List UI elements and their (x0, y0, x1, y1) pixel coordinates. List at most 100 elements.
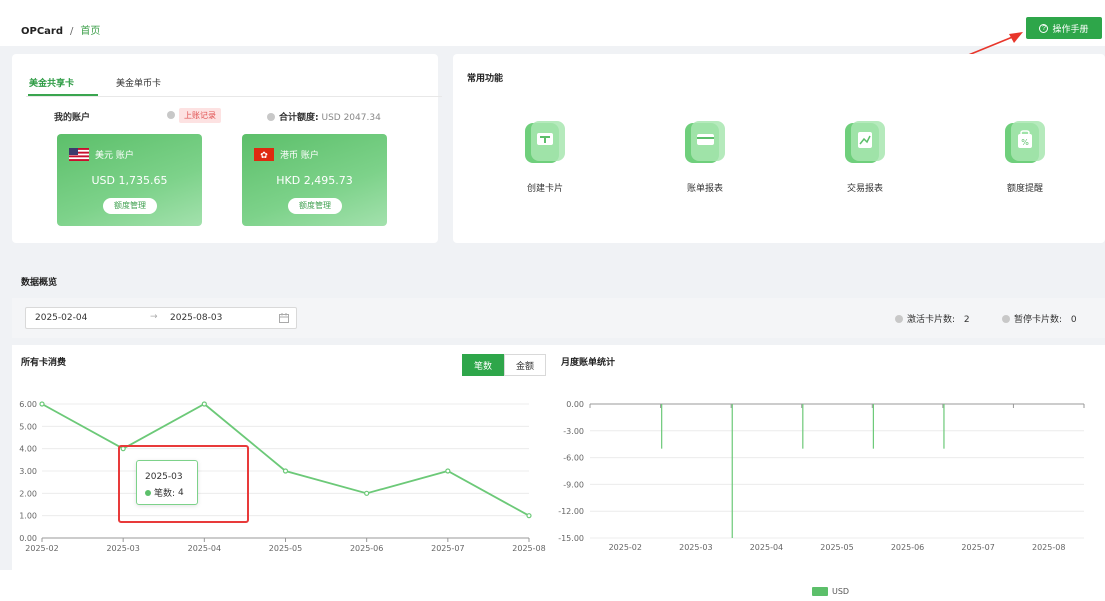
manual-button[interactable]: ? 操作手册 (1026, 17, 1102, 39)
quota-alert-icon: % (1003, 119, 1047, 167)
hkd-account-name: 港币 账户 (280, 151, 319, 161)
bill-report-icon (683, 119, 727, 167)
legend-usd[interactable]: USD (812, 587, 849, 596)
common-functions-panel: 常用功能 创建卡片 账单报表 交易报表 % 额度提醒 (453, 54, 1105, 243)
data-point (445, 468, 451, 474)
paused-cards-value: 0 (1070, 315, 1077, 325)
breadcrumb-root[interactable]: OPCard (21, 26, 63, 37)
usd-quota-button[interactable]: 额度管理 (103, 198, 157, 214)
functions-title: 常用功能 (467, 74, 504, 84)
date-arrow-icon: → (150, 312, 158, 322)
series-line (41, 402, 530, 517)
y-tick-label: 5.00 (19, 422, 37, 431)
x-tick-label: 2025-04 (750, 543, 783, 552)
y-tick-label: -9.00 (563, 480, 584, 489)
breadcrumb-current: 首页 (80, 26, 101, 37)
account-tabs: 美金共享卡 美金单币卡 (26, 70, 442, 97)
tooltip-title: 2025-03 (145, 472, 183, 482)
hkd-account-card: ✿ 港币 账户 HKD 2,495.73 额度管理 (242, 134, 387, 226)
x-tick-label: 2025-04 (188, 544, 221, 553)
active-cards-value: 2 (963, 315, 970, 325)
data-point (526, 513, 532, 519)
date-end[interactable]: 2025-08-03 (170, 313, 222, 323)
usd-account-name: 美元 账户 (95, 151, 134, 161)
y-tick-label: 0.00 (19, 534, 37, 543)
bar (802, 404, 804, 449)
y-tick-label: -15.00 (558, 534, 584, 543)
x-tick-label: 2025-07 (961, 543, 994, 552)
us-flag-icon (69, 148, 89, 161)
tooltip-label: 笔数: (154, 489, 176, 499)
info-icon (267, 113, 275, 121)
func-transaction-report[interactable]: 交易报表 (820, 119, 910, 194)
tab-active-indicator (28, 94, 98, 96)
filter-bar: 2025-02-04 → 2025-08-03 激活卡片数: 2 暂停卡片数: … (12, 298, 1105, 338)
func-create-card-label: 创建卡片 (526, 184, 563, 194)
svg-text:%: % (1021, 138, 1029, 147)
x-tick-label: 2025-05 (269, 544, 302, 553)
x-tick-label: 2025-06 (350, 544, 383, 553)
breadcrumb: OPCard / 首页 (21, 22, 100, 37)
y-tick-label: 3.00 (19, 467, 37, 476)
usd-account-card: 美元 账户 USD 1,735.65 额度管理 (57, 134, 202, 226)
y-tick-label: 1.00 (19, 512, 37, 521)
func-quota-alert-label: 额度提醒 (1006, 184, 1043, 194)
func-bill-report[interactable]: 账单报表 (660, 119, 750, 194)
y-tick-label: 4.00 (19, 445, 37, 454)
x-tick-label: 2025-08 (512, 544, 545, 553)
bar (731, 404, 733, 538)
legend-swatch (812, 587, 828, 596)
top-bar: OPCard / 首页 ? 操作手册 (0, 0, 1105, 77)
y-tick-label: 6.00 (19, 400, 37, 409)
paused-cards-label: 暂停卡片数: (1014, 315, 1063, 325)
hkd-quota-button[interactable]: 额度管理 (288, 198, 342, 214)
record-link[interactable]: 上账记录 (167, 108, 221, 123)
x-tick-label: 2025-03 (106, 544, 139, 553)
hk-flag-icon: ✿ (254, 148, 274, 161)
hkd-amount: HKD 2,495.73 (276, 174, 353, 187)
paused-cards-stat: 暂停卡片数: 0 (1002, 312, 1077, 325)
breadcrumb-separator: / (70, 26, 74, 37)
active-cards-stat: 激活卡片数: 2 (895, 312, 970, 325)
tab-shared-card[interactable]: 美金共享卡 (29, 76, 74, 89)
bar (661, 404, 663, 449)
consumption-line-chart: 0.00 1.00 2.00 3.00 4.00 5.00 6.00 2025-02 2025-… (19, 400, 546, 553)
x-tick-label: 2025-05 (820, 543, 853, 552)
active-cards-label: 激活卡片数: (907, 315, 956, 325)
svg-text:✿: ✿ (260, 151, 268, 161)
y-tick-label: 0.00 (566, 400, 584, 409)
data-point (364, 490, 370, 496)
tab-single-card[interactable]: 美金单币卡 (116, 76, 161, 89)
func-create-card[interactable]: 创建卡片 (500, 119, 590, 194)
date-start[interactable]: 2025-02-04 (35, 313, 87, 323)
total-value: USD 2047.34 (321, 113, 381, 123)
calendar-icon[interactable] (279, 313, 289, 323)
y-tick-label: 2.00 (19, 489, 37, 498)
record-tag[interactable]: 上账记录 (179, 108, 221, 123)
func-quota-alert[interactable]: % 额度提醒 (980, 119, 1070, 194)
data-point (39, 401, 45, 407)
x-tick-label: 2025-02 (609, 543, 642, 552)
bar (872, 404, 874, 449)
y-tick-label: -12.00 (558, 507, 584, 516)
data-point (282, 468, 289, 474)
monthly-bill-chart: 0.00 -3.00 -6.00 -9.00 -12.00 -15.00 2025-02 20… (558, 400, 1085, 552)
usd-amount: USD 1,735.65 (91, 174, 168, 187)
total-quota: 合计额度: USD 2047.34 (267, 110, 381, 123)
legend-label: USD (832, 587, 850, 596)
transaction-report-icon (843, 119, 887, 167)
data-point (201, 401, 207, 407)
question-circle-icon: ? (1039, 23, 1049, 33)
x-tick-label: 2025-03 (679, 543, 712, 552)
x-tick-label: 2025-08 (1032, 543, 1065, 552)
func-bill-report-label: 账单报表 (686, 184, 723, 194)
overview-title: 数据概览 (21, 278, 58, 288)
total-label: 合计额度: (279, 113, 319, 123)
monthly-bill-panel: 月度账单统计 0.00 -3.00 -6.00 -9.00 -12.00 -15.00 20… (552, 345, 1105, 570)
manual-label: 操作手册 (1052, 23, 1089, 34)
accounts-panel: 美金共享卡 美金单币卡 我的账户 上账记录 合计额度: USD 2047.34 … (12, 54, 442, 243)
consumption-chart-panel: 所有卡消费 笔数 金额 0.00 1.00 2.00 3.00 4.00 5.00 6.00… (12, 345, 552, 570)
date-range-picker[interactable]: 2025-02-04 → 2025-08-03 (25, 307, 297, 329)
bar (943, 404, 945, 449)
y-tick-label: -6.00 (563, 454, 584, 463)
